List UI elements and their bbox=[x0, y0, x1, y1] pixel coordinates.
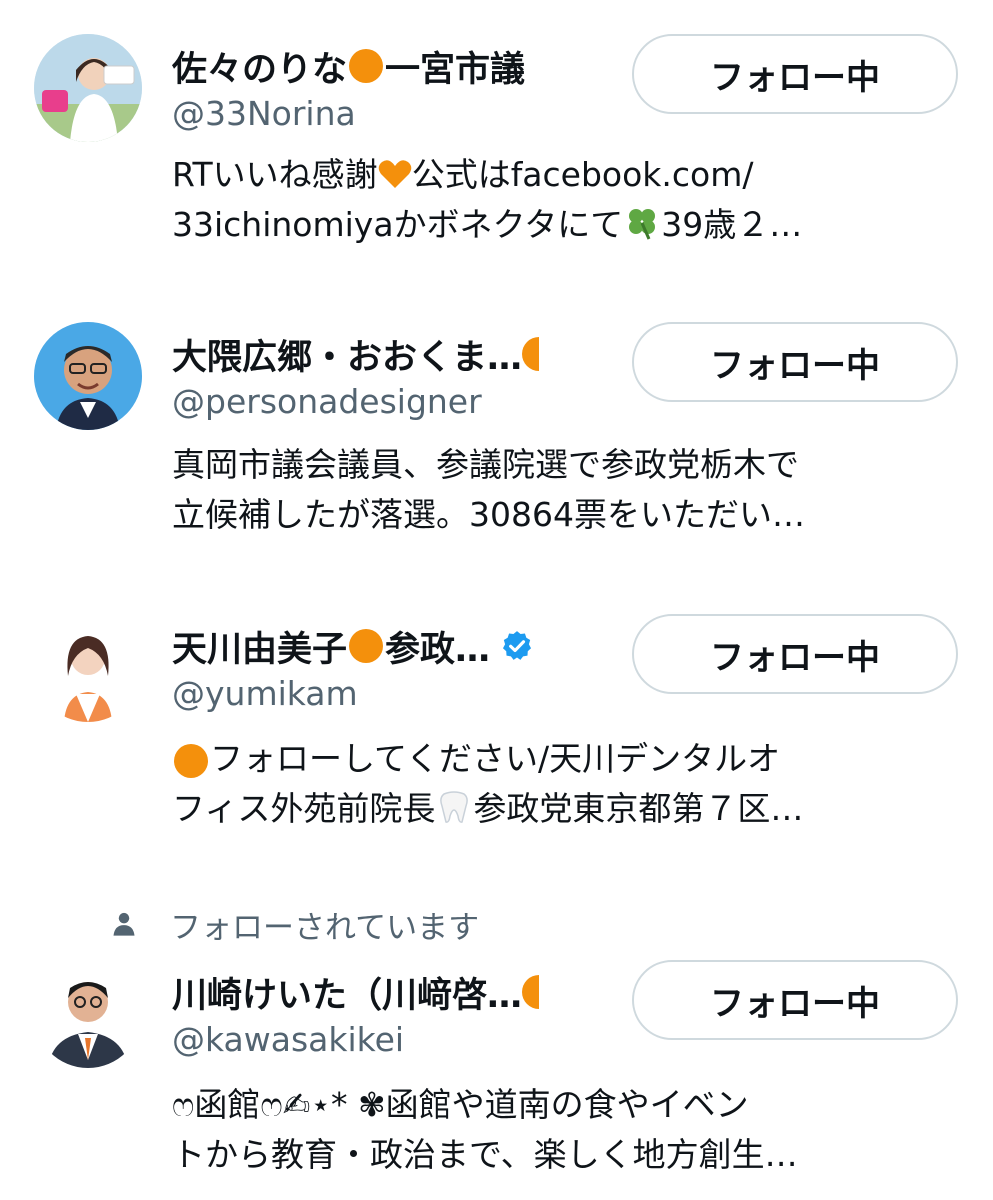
name-row: 佐々のりな 一宮市議 bbox=[172, 40, 525, 92]
bio-text: ✍︎⋆* ✾函館や道南の食やイベン bbox=[282, 1085, 749, 1124]
user-handle[interactable]: @yumikam bbox=[172, 674, 358, 713]
following-button[interactable]: フォロー中 bbox=[632, 322, 958, 402]
display-name[interactable]: 川崎けいた（川﨑啓… bbox=[172, 967, 522, 1018]
avatar[interactable] bbox=[34, 322, 142, 430]
followed-by-label: フォローされています bbox=[170, 909, 480, 946]
bio-text: 真岡市議会議員、参議院選で参政党栃木で bbox=[172, 445, 799, 484]
woman-photo-avatar-icon bbox=[34, 34, 142, 142]
orange-circle-icon bbox=[522, 337, 540, 371]
bio-text: トから教育・政治まで、楽しく地方創生… bbox=[172, 1135, 798, 1174]
man-glasses-avatar-icon bbox=[34, 322, 142, 430]
avatar[interactable] bbox=[34, 614, 142, 722]
user-handle[interactable]: @personadesigner bbox=[172, 382, 482, 421]
woman-dentist-avatar-icon bbox=[34, 614, 142, 722]
bio-text: RTいいね感謝 bbox=[172, 155, 378, 194]
following-button[interactable]: フォロー中 bbox=[632, 614, 958, 694]
display-name[interactable]: 大隈広郷・おおくま… bbox=[172, 329, 522, 380]
display-name-suffix: 一宮市議 bbox=[385, 49, 526, 90]
tooth-icon bbox=[440, 791, 469, 823]
display-name[interactable]: 佐々のりな bbox=[172, 41, 347, 92]
person-icon bbox=[113, 912, 135, 936]
social-context: フォローされています bbox=[110, 904, 480, 946]
clover-icon bbox=[629, 209, 656, 240]
verified-badge-icon bbox=[503, 631, 532, 660]
user-handle[interactable]: @kawasakikei bbox=[172, 1020, 404, 1059]
orange-circle-icon bbox=[174, 743, 208, 778]
bio-text: 33ichinomiyaかボネクタにて bbox=[172, 205, 624, 244]
user-bio: 真岡市議会議員、参議院選で参政党栃木で 立候補したが落選。30864票をいただい… bbox=[172, 440, 962, 540]
bio-text: フォローしてください/天川デンタルオ bbox=[210, 739, 781, 778]
bio-text: 立候補したが落選。30864票をいただい… bbox=[172, 495, 805, 534]
name-row: 川崎けいた（川﨑啓… bbox=[172, 966, 540, 1018]
bio-text: 参政党東京都第７区… bbox=[473, 789, 804, 828]
user-bio: フォローしてください/天川デンタルオ フィス外苑前院長 参政党東京都第７区… bbox=[172, 734, 962, 834]
orange-circle-icon bbox=[349, 49, 384, 83]
name-row: 天川由美子 参政… bbox=[172, 620, 534, 672]
man-suit-avatar-icon bbox=[34, 960, 142, 1068]
user-bio: RTいいね感謝 公式はfacebook.com/ 33ichinomiyaかボネク… bbox=[172, 150, 962, 250]
avatar[interactable] bbox=[34, 960, 142, 1068]
avatar[interactable] bbox=[34, 34, 142, 142]
bio-text: ෆ函館ෆ bbox=[172, 1085, 283, 1124]
following-button[interactable]: フォロー中 bbox=[632, 960, 958, 1040]
user-bio: ෆ函館ෆ✍︎⋆* ✾函館や道南の食やイベン トから教育・政治まで、楽しく地方創生… bbox=[172, 1080, 962, 1180]
display-name-suffix: 参政… bbox=[385, 629, 491, 670]
orange-circle-icon bbox=[349, 629, 384, 663]
bio-text: フィス外苑前院長 bbox=[172, 789, 436, 828]
following-button[interactable]: フォロー中 bbox=[632, 34, 958, 114]
orange-circle-icon bbox=[522, 975, 540, 1009]
orange-heart-icon bbox=[378, 160, 411, 188]
name-row: 大隈広郷・おおくま… bbox=[172, 328, 540, 380]
bio-text: 39歳２… bbox=[661, 205, 803, 244]
display-name[interactable]: 天川由美子 bbox=[172, 621, 347, 672]
bio-text[interactable]: 公式はfacebook.com/ bbox=[412, 155, 754, 194]
user-handle[interactable]: @33Norina bbox=[172, 94, 356, 133]
